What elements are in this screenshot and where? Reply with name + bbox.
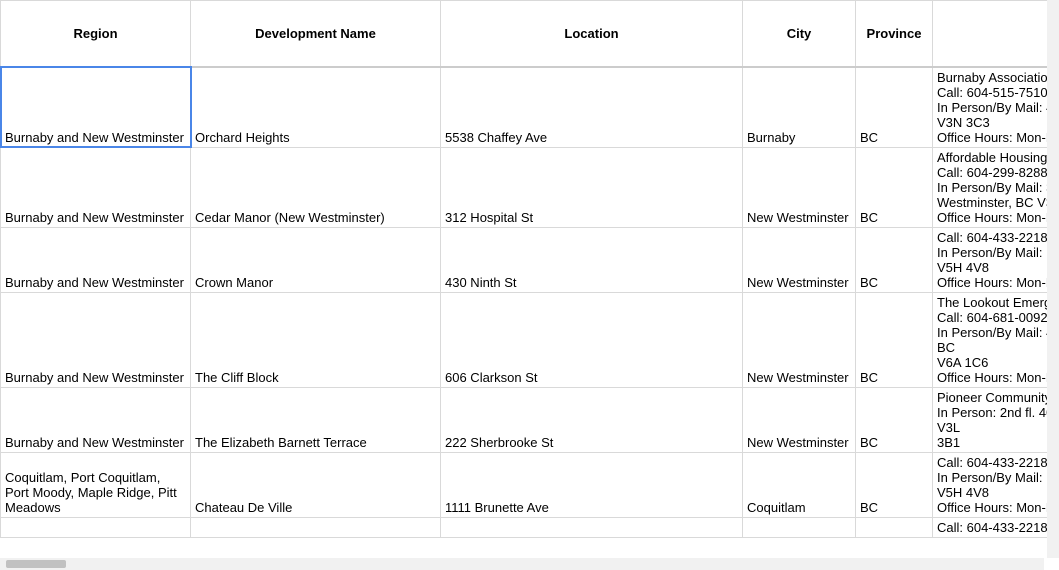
- cell-development[interactable]: Cedar Manor (New Westminster): [191, 147, 441, 227]
- cell-region[interactable]: [1, 517, 191, 537]
- cell-extra[interactable]: Affordable Housing N Call: 604-299-8288 …: [933, 147, 1059, 227]
- cell-development[interactable]: The Elizabeth Barnett Terrace: [191, 387, 441, 452]
- cell-location[interactable]: 430 Ninth St: [441, 227, 743, 292]
- cell-city[interactable]: Coquitlam: [743, 452, 856, 517]
- table-row: Coquitlam, Port Coquitlam, Port Moody, M…: [1, 452, 1059, 517]
- header-row: Region Development Name Location City Pr…: [1, 1, 1059, 67]
- cell-extra[interactable]: Call: 604-433-2218 In Person/By Mail: 10…: [933, 452, 1059, 517]
- vertical-scrollbar[interactable]: [1047, 0, 1059, 558]
- cell-extra[interactable]: The Lookout Emerge Call: 604-681-0092 In…: [933, 292, 1059, 387]
- table-row: Burnaby and New WestminsterCrown Manor43…: [1, 227, 1059, 292]
- cell-region[interactable]: Burnaby and New Westminster: [1, 292, 191, 387]
- cell-city[interactable]: New Westminster: [743, 292, 856, 387]
- cell-province[interactable]: [856, 517, 933, 537]
- header-province[interactable]: Province: [856, 1, 933, 67]
- cell-location[interactable]: 312 Hospital St: [441, 147, 743, 227]
- cell-extra[interactable]: Call: 604-433-2218: [933, 517, 1059, 537]
- data-table[interactable]: Region Development Name Location City Pr…: [0, 0, 1059, 538]
- cell-region[interactable]: Burnaby and New Westminster: [1, 387, 191, 452]
- table-body: Burnaby and New WestminsterOrchard Heigh…: [1, 67, 1059, 538]
- cell-city[interactable]: New Westminster: [743, 147, 856, 227]
- cell-location[interactable]: 222 Sherbrooke St: [441, 387, 743, 452]
- cell-province[interactable]: BC: [856, 67, 933, 148]
- cell-region[interactable]: Coquitlam, Port Coquitlam, Port Moody, M…: [1, 452, 191, 517]
- cell-location[interactable]: 606 Clarkson St: [441, 292, 743, 387]
- cell-city[interactable]: Burnaby: [743, 67, 856, 148]
- cell-location[interactable]: 5538 Chaffey Ave: [441, 67, 743, 148]
- cell-extra[interactable]: Pioneer Community L In Person: 2nd fl. 4…: [933, 387, 1059, 452]
- table-row: Burnaby and New WestminsterThe Elizabeth…: [1, 387, 1059, 452]
- cell-province[interactable]: BC: [856, 387, 933, 452]
- cell-region[interactable]: Burnaby and New Westminster: [1, 147, 191, 227]
- cell-extra[interactable]: Call: 604-433-2218 In Person/By Mail: 10…: [933, 227, 1059, 292]
- cell-development[interactable]: [191, 517, 441, 537]
- cell-region[interactable]: Burnaby and New Westminster: [1, 67, 191, 148]
- spreadsheet-viewport: Region Development Name Location City Pr…: [0, 0, 1059, 570]
- cell-province[interactable]: BC: [856, 147, 933, 227]
- header-development[interactable]: Development Name: [191, 1, 441, 67]
- cell-province[interactable]: BC: [856, 227, 933, 292]
- cell-development[interactable]: Crown Manor: [191, 227, 441, 292]
- table-row: Call: 604-433-2218: [1, 517, 1059, 537]
- cell-region[interactable]: Burnaby and New Westminster: [1, 227, 191, 292]
- header-location[interactable]: Location: [441, 1, 743, 67]
- table-row: Burnaby and New WestminsterOrchard Heigh…: [1, 67, 1059, 148]
- horizontal-scroll-thumb[interactable]: [6, 560, 66, 568]
- table-row: Burnaby and New WestminsterThe Cliff Blo…: [1, 292, 1059, 387]
- cell-province[interactable]: BC: [856, 452, 933, 517]
- cell-city[interactable]: New Westminster: [743, 227, 856, 292]
- cell-development[interactable]: Chateau De Ville: [191, 452, 441, 517]
- table-row: Burnaby and New WestminsterCedar Manor (…: [1, 147, 1059, 227]
- horizontal-scrollbar[interactable]: [0, 558, 1044, 570]
- cell-extra[interactable]: Burnaby Association f Call: 604-515-7510…: [933, 67, 1059, 148]
- cell-development[interactable]: Orchard Heights: [191, 67, 441, 148]
- header-city[interactable]: City: [743, 1, 856, 67]
- cell-province[interactable]: BC: [856, 292, 933, 387]
- header-extra[interactable]: H: [933, 1, 1059, 67]
- cell-city[interactable]: [743, 517, 856, 537]
- cell-development[interactable]: The Cliff Block: [191, 292, 441, 387]
- cell-location[interactable]: 1111 Brunette Ave: [441, 452, 743, 517]
- header-region[interactable]: Region: [1, 1, 191, 67]
- cell-location[interactable]: [441, 517, 743, 537]
- cell-city[interactable]: New Westminster: [743, 387, 856, 452]
